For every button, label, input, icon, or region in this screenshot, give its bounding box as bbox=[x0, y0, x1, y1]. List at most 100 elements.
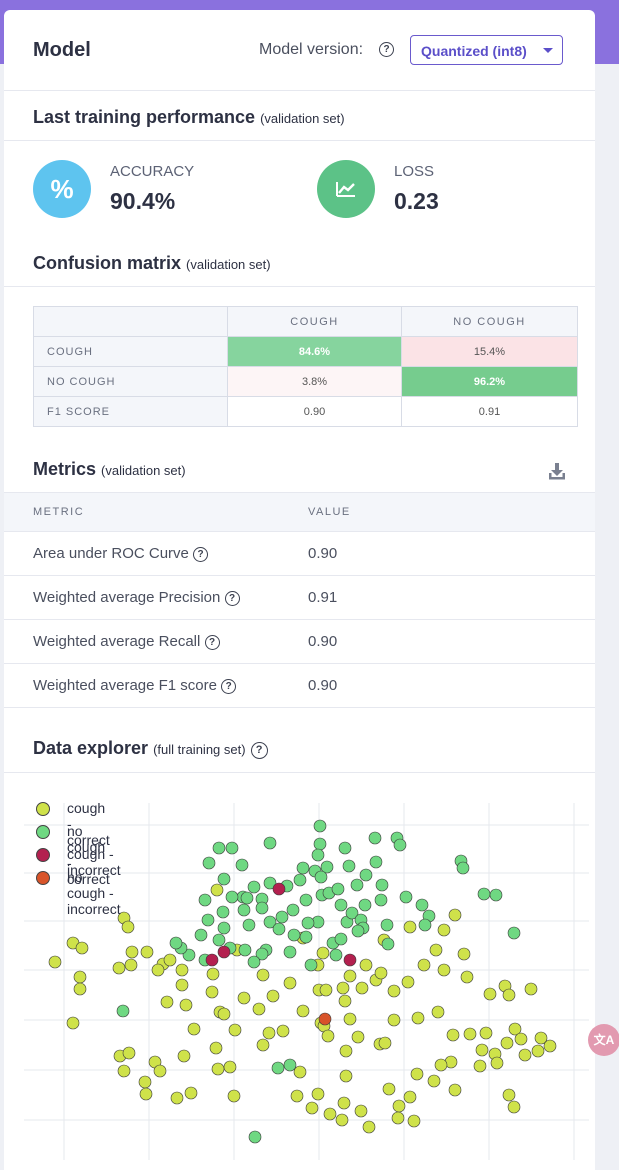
data-point[interactable] bbox=[374, 893, 388, 907]
data-point[interactable] bbox=[318, 1012, 332, 1026]
data-point[interactable] bbox=[401, 975, 415, 989]
data-point[interactable] bbox=[507, 926, 521, 940]
data-point[interactable] bbox=[374, 966, 388, 980]
data-point[interactable] bbox=[202, 856, 216, 870]
data-point[interactable] bbox=[502, 1088, 516, 1102]
data-point[interactable] bbox=[153, 1064, 167, 1078]
help-icon[interactable]: ? bbox=[204, 635, 220, 650]
data-point[interactable] bbox=[223, 1060, 237, 1074]
data-point[interactable] bbox=[311, 848, 325, 862]
data-point[interactable] bbox=[293, 873, 307, 887]
data-point[interactable] bbox=[351, 924, 365, 938]
data-point[interactable] bbox=[418, 918, 432, 932]
data-point[interactable] bbox=[411, 1011, 425, 1025]
data-point[interactable] bbox=[448, 1083, 462, 1097]
data-point[interactable] bbox=[437, 963, 451, 977]
data-point[interactable] bbox=[323, 1107, 337, 1121]
data-point[interactable] bbox=[163, 953, 177, 967]
data-point[interactable] bbox=[417, 958, 431, 972]
data-point[interactable] bbox=[293, 1065, 307, 1079]
data-point[interactable] bbox=[194, 928, 208, 942]
data-point[interactable] bbox=[375, 878, 389, 892]
data-point[interactable] bbox=[362, 1120, 376, 1134]
data-point[interactable] bbox=[358, 898, 372, 912]
data-point[interactable] bbox=[235, 858, 249, 872]
data-point[interactable] bbox=[473, 1059, 487, 1073]
help-icon[interactable]: ? bbox=[250, 742, 268, 759]
model-version-dropdown[interactable]: Quantized (int8) bbox=[410, 35, 563, 65]
data-point[interactable] bbox=[225, 841, 239, 855]
data-point[interactable] bbox=[378, 1036, 392, 1050]
data-point[interactable] bbox=[299, 930, 313, 944]
data-point[interactable] bbox=[387, 984, 401, 998]
data-point[interactable] bbox=[263, 836, 277, 850]
download-icon[interactable] bbox=[548, 462, 566, 480]
data-point[interactable] bbox=[125, 945, 139, 959]
data-point[interactable] bbox=[140, 945, 154, 959]
data-point[interactable] bbox=[275, 910, 289, 924]
data-point[interactable] bbox=[256, 968, 270, 982]
data-point[interactable] bbox=[393, 838, 407, 852]
data-point[interactable] bbox=[299, 893, 313, 907]
data-point[interactable] bbox=[228, 1023, 242, 1037]
data-point[interactable] bbox=[170, 1091, 184, 1105]
data-point[interactable] bbox=[238, 943, 252, 957]
data-point[interactable] bbox=[290, 1089, 304, 1103]
data-point[interactable] bbox=[201, 913, 215, 927]
data-point[interactable] bbox=[380, 918, 394, 932]
data-point[interactable] bbox=[350, 878, 364, 892]
data-point[interactable] bbox=[283, 976, 297, 990]
data-point[interactable] bbox=[457, 947, 471, 961]
data-point[interactable] bbox=[122, 1046, 136, 1060]
data-point[interactable] bbox=[112, 961, 126, 975]
data-point[interactable] bbox=[342, 859, 356, 873]
data-point[interactable] bbox=[212, 841, 226, 855]
data-point[interactable] bbox=[354, 1104, 368, 1118]
data-point[interactable] bbox=[334, 898, 348, 912]
data-point[interactable] bbox=[391, 1111, 405, 1125]
data-point[interactable] bbox=[313, 819, 327, 833]
data-point[interactable] bbox=[343, 953, 357, 967]
data-point[interactable] bbox=[314, 870, 328, 884]
data-point[interactable] bbox=[410, 1067, 424, 1081]
data-point[interactable] bbox=[211, 1062, 225, 1076]
data-point[interactable] bbox=[351, 1030, 365, 1044]
data-point[interactable] bbox=[335, 1113, 349, 1127]
data-point[interactable] bbox=[272, 882, 286, 896]
data-point[interactable] bbox=[179, 998, 193, 1012]
data-point[interactable] bbox=[518, 1048, 532, 1062]
data-point[interactable] bbox=[403, 920, 417, 934]
translate-icon[interactable]: 文A bbox=[588, 1024, 619, 1056]
data-point[interactable] bbox=[369, 855, 383, 869]
data-point[interactable] bbox=[500, 1036, 514, 1050]
data-point[interactable] bbox=[255, 901, 269, 915]
data-point[interactable] bbox=[138, 1075, 152, 1089]
data-point[interactable] bbox=[66, 1016, 80, 1030]
data-point[interactable] bbox=[316, 946, 330, 960]
data-point[interactable] bbox=[206, 967, 220, 981]
data-point[interactable] bbox=[524, 982, 538, 996]
data-point[interactable] bbox=[301, 916, 315, 930]
data-point[interactable] bbox=[198, 893, 212, 907]
data-point[interactable] bbox=[73, 970, 87, 984]
data-point[interactable] bbox=[321, 1029, 335, 1043]
data-point[interactable] bbox=[407, 1114, 421, 1128]
data-point[interactable] bbox=[252, 1002, 266, 1016]
data-point[interactable] bbox=[431, 1005, 445, 1019]
help-icon[interactable]: ? bbox=[379, 42, 394, 57]
data-point[interactable] bbox=[121, 920, 135, 934]
data-point[interactable] bbox=[225, 890, 239, 904]
data-point[interactable] bbox=[287, 928, 301, 942]
data-point[interactable] bbox=[240, 891, 254, 905]
data-point[interactable] bbox=[139, 1087, 153, 1101]
data-point[interactable] bbox=[359, 958, 373, 972]
data-point[interactable] bbox=[272, 922, 286, 936]
data-point[interactable] bbox=[343, 1012, 357, 1026]
data-point[interactable] bbox=[329, 948, 343, 962]
data-point[interactable] bbox=[286, 903, 300, 917]
data-point[interactable] bbox=[217, 872, 231, 886]
data-point[interactable] bbox=[483, 987, 497, 1001]
data-point[interactable] bbox=[184, 1086, 198, 1100]
data-point[interactable] bbox=[117, 1064, 131, 1078]
data-point[interactable] bbox=[434, 1058, 448, 1072]
